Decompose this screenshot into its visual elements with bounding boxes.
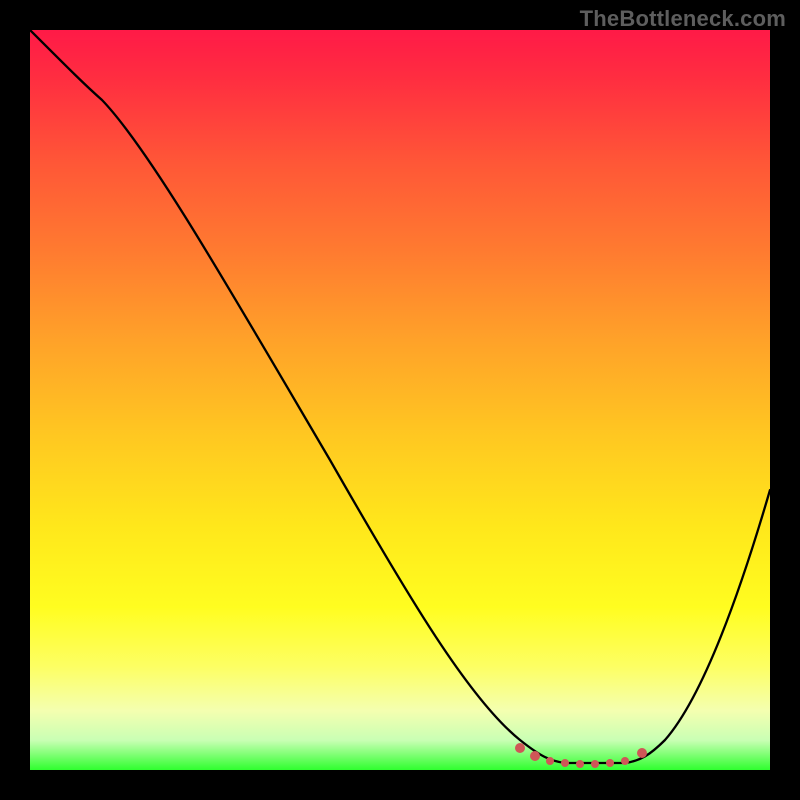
marker-dot xyxy=(515,743,525,753)
marker-dot xyxy=(591,760,599,768)
curve-layer xyxy=(30,30,770,770)
watermark-text: TheBottleneck.com xyxy=(580,6,786,32)
bottleneck-curve xyxy=(30,30,770,763)
marker-dot xyxy=(546,757,554,765)
plot-area xyxy=(30,30,770,770)
marker-dot xyxy=(561,759,569,767)
marker-dot xyxy=(621,757,629,765)
marker-dot xyxy=(606,759,614,767)
chart-frame: TheBottleneck.com xyxy=(0,0,800,800)
optimal-range-markers xyxy=(515,743,647,768)
marker-dot xyxy=(637,748,647,758)
marker-dot xyxy=(530,751,540,761)
marker-dot xyxy=(576,760,584,768)
